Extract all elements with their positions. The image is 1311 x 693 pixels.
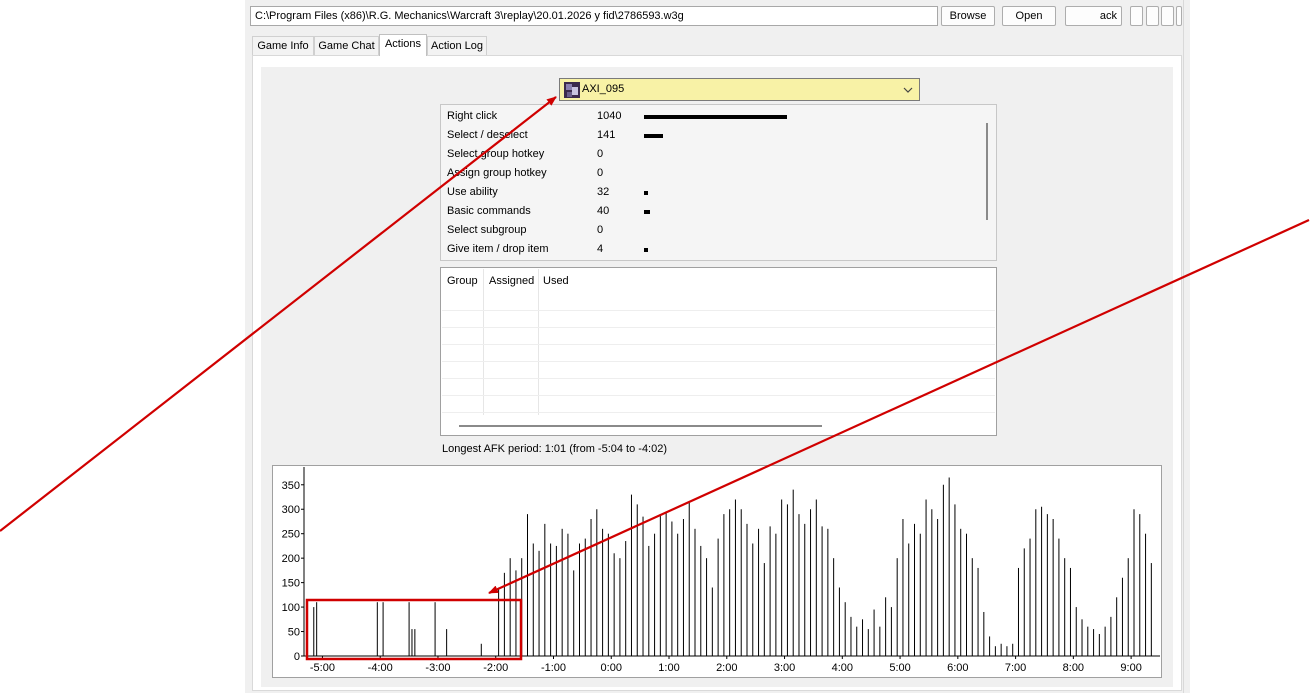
back-button[interactable]: ack [1065,6,1122,26]
toolbar-small-button-1[interactable] [1130,6,1143,26]
stat-label: Right click [447,110,498,122]
afk-period-label: Longest AFK period: 1:01 (from -5:04 to … [442,443,668,455]
stat-label: Give item / drop item [447,243,549,255]
stat-bar [644,248,648,252]
stat-label: Basic commands [447,205,531,217]
stat-value: 1040 [597,110,622,122]
x-tick-label: -1:00 [541,662,566,674]
x-tick-label: -4:00 [368,662,393,674]
stat-label: Select / deselect [447,129,528,141]
stat-row-basic-commands: Basic commands 40 [447,202,987,221]
chevron-down-icon [903,87,913,93]
action-stats-list: Right click 1040 Select / deselect 141 S… [440,104,997,261]
player-select-combo[interactable]: AXI_095 [559,78,920,101]
grid-line [442,361,995,362]
y-tick-label: 100 [282,602,300,614]
stat-row-give-drop-item: Give item / drop item 4 [447,240,987,259]
hotkey-groups-table: Group Assigned Used [440,267,997,436]
stat-row-select-deselect: Select / deselect 141 [447,126,987,145]
stat-label: Select subgroup [447,224,527,236]
grid-line [442,378,995,379]
y-tick-label: 0 [294,651,300,663]
stat-row-right-click: Right click 1040 [447,107,987,126]
stat-value: 40 [597,205,610,217]
stat-value: 4 [597,243,604,255]
x-tick-label: 2:00 [716,662,737,674]
tab-game-info[interactable]: Game Info [252,36,314,55]
open-button[interactable]: Open [1002,6,1056,26]
tab-game-chat[interactable]: Game Chat [314,36,379,55]
column-header-used[interactable]: Used [543,275,569,287]
y-tick-label: 350 [282,480,300,492]
stat-value: 0 [597,167,604,179]
x-tick-label: 8:00 [1063,662,1084,674]
toolbar-small-button-4[interactable] [1176,6,1182,26]
grid-line [442,412,995,413]
toolbar-small-button-2[interactable] [1146,6,1159,26]
stat-bar [644,191,648,195]
x-tick-label: 9:00 [1120,662,1141,674]
replay-path-input[interactable] [250,6,938,26]
stat-bar [644,210,650,214]
x-tick-label: 0:00 [601,662,622,674]
window-edge [1183,0,1184,693]
tab-actions[interactable]: Actions [379,34,427,56]
player-name: AXI_095 [582,83,625,95]
stat-row-assign-group-hotkey: Assign group hotkey 0 [447,164,987,183]
stats-scrollbar[interactable] [986,123,988,220]
grid-line [442,310,995,311]
column-separator [538,269,539,415]
y-tick-label: 200 [282,553,300,565]
column-header-group[interactable]: Group [447,275,478,287]
x-tick-label: -2:00 [483,662,508,674]
stat-value: 0 [597,224,604,236]
grid-line [442,327,995,328]
stat-value: 141 [597,129,616,141]
stat-bar [644,115,787,119]
stat-value: 32 [597,186,610,198]
apm-chart: 0 50 100 150 200 250 300 350 -5:00 -4:00 -3:00 -2:0… [282,467,1160,674]
x-tick-label: 1:00 [658,662,679,674]
y-tick-label: 300 [282,504,300,516]
stat-label: Use ability [447,186,498,198]
x-tick-label: -3:00 [425,662,450,674]
toolbar-small-button-3[interactable] [1161,6,1174,26]
stat-label: Select group hotkey [447,148,545,160]
x-tick-label: 4:00 [832,662,853,674]
column-header-assigned[interactable]: Assigned [489,275,534,287]
column-separator [483,269,484,415]
y-tick-label: 150 [282,578,300,590]
stat-row-use-ability: Use ability 32 [447,183,987,202]
x-tick-label: 6:00 [947,662,968,674]
y-tick-label: 250 [282,529,300,541]
groups-horizontal-scrollbar[interactable] [459,425,822,427]
x-tick-label: 7:00 [1005,662,1026,674]
player-portrait-icon [564,82,580,98]
grid-line [442,344,995,345]
grid-line [442,395,995,396]
x-tick-label: 3:00 [774,662,795,674]
y-tick-label: 50 [288,627,300,639]
stat-label: Assign group hotkey [447,167,547,179]
stat-row-select-subgroup: Select subgroup 0 [447,221,987,240]
stat-value: 0 [597,148,604,160]
tab-action-log[interactable]: Action Log [427,36,487,55]
stat-row-select-group-hotkey: Select group hotkey 0 [447,145,987,164]
x-tick-label: 5:00 [889,662,910,674]
x-tick-label: -5:00 [310,662,335,674]
browse-button[interactable]: Browse [941,6,995,26]
stat-bar [644,134,663,138]
